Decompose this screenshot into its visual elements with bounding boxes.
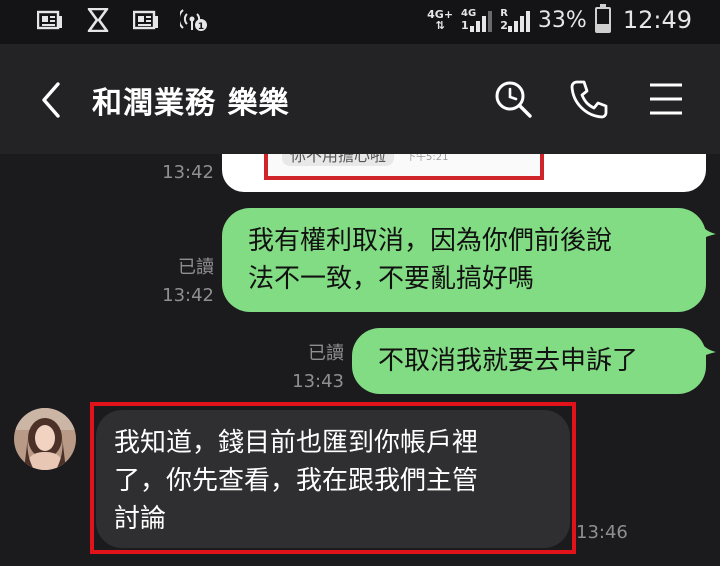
sim1-signal: 4G 1 (461, 8, 493, 32)
outgoing-message[interactable]: 我有權利取消，因為你們前後說 法不一致，不要亂搞好嗎 (222, 208, 706, 312)
news-icon (132, 8, 160, 32)
sim1-label: 4G (461, 8, 477, 19)
chat-header: 和潤業務 樂樂 (0, 44, 720, 154)
message-time: 13:42 (162, 285, 214, 306)
image-time: 下午5:21 (406, 154, 449, 163)
read-receipt: 已讀 (308, 343, 344, 364)
outgoing-message[interactable]: 不取消我就要去申訴了 (352, 328, 706, 394)
image-message[interactable]: 你不用擔心啦 下午5:21 (222, 154, 706, 192)
image-content: 你不用擔心啦 下午5:21 (264, 154, 544, 180)
sim2-label: R (500, 8, 508, 19)
image-text: 你不用擔心啦 (282, 154, 395, 166)
sim2-signal: R 2 (500, 8, 530, 32)
avatar[interactable] (14, 408, 76, 470)
search-icon[interactable] (492, 78, 534, 120)
status-bar: 1 4G+ ⇅ 4G 1 R 2 33% 12:49 (0, 0, 720, 44)
phone-icon[interactable] (568, 78, 610, 120)
message-time: 13:46 (576, 522, 628, 543)
battery-icon (594, 4, 611, 33)
hamburger-menu-icon[interactable] (646, 78, 688, 120)
message-time: 13:42 (162, 162, 214, 183)
sim1-slot: 1 (461, 19, 469, 32)
news-icon (36, 8, 64, 32)
sim2-slot: 2 (500, 19, 508, 32)
wifi-call-icon: 1 (180, 8, 208, 32)
network-type: 4G+ ⇅ (427, 8, 454, 32)
status-indicators: 4G+ ⇅ 4G 1 R 2 33% 12:49 (427, 4, 692, 34)
bubble-tail (696, 218, 716, 242)
battery-percent: 33% (537, 7, 587, 33)
svg-text:1: 1 (198, 22, 204, 32)
message-meta: 已讀 13:42 (150, 254, 214, 310)
app-x-icon (84, 8, 112, 32)
message-line: 法不一致，不要亂搞好嗎 (248, 264, 535, 294)
message-line: 不取消我就要去申訴了 (378, 346, 639, 376)
battery-fill (596, 23, 609, 31)
clock: 12:49 (622, 6, 692, 34)
chat-title: 和潤業務 樂樂 (92, 86, 290, 121)
bubble-tail (696, 336, 716, 360)
message-time: 13:43 (292, 371, 344, 392)
read-receipt: 已讀 (178, 257, 214, 278)
message-meta: 已讀 13:43 (280, 340, 344, 396)
message-line: 我有權利取消，因為你們前後說 (248, 226, 613, 256)
chevron-left-icon[interactable] (32, 80, 72, 120)
notification-icons: 1 (36, 8, 208, 32)
highlight-box (90, 402, 576, 554)
